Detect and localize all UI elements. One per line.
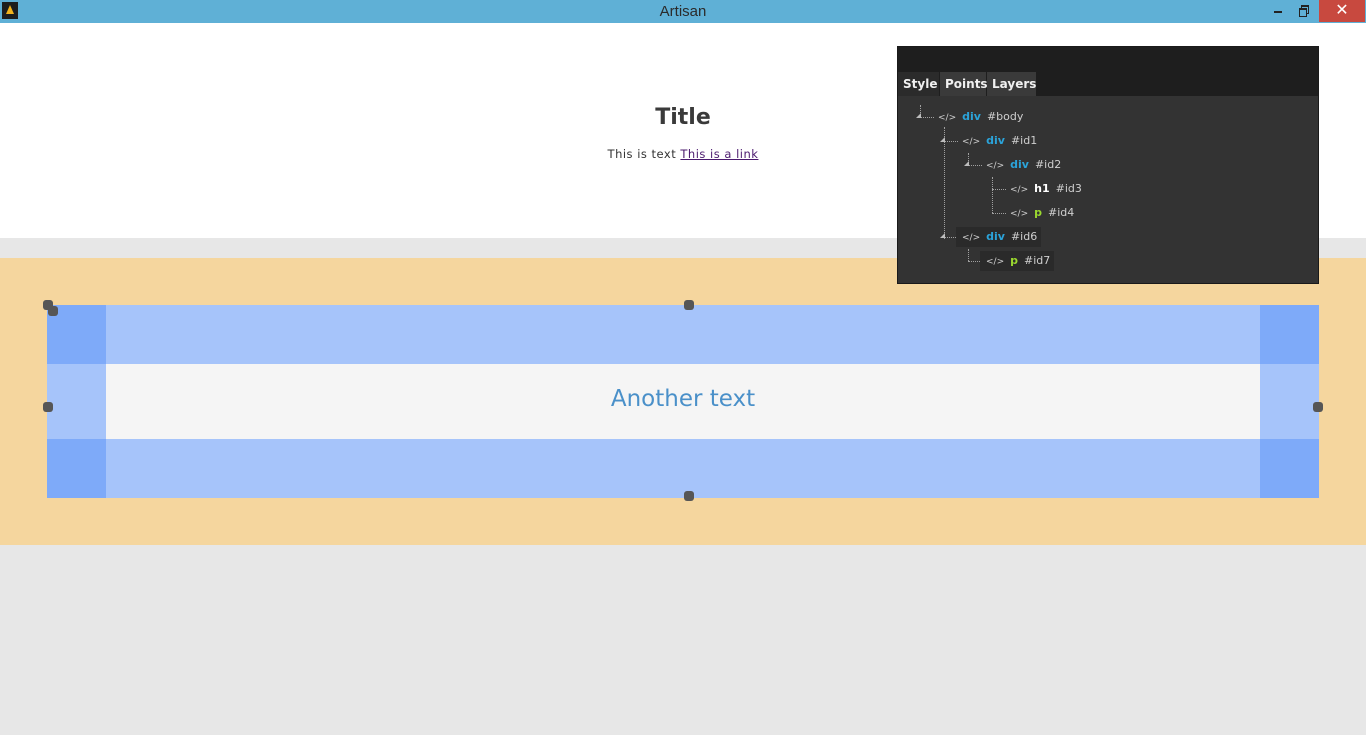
content-area[interactable]: Another text — [106, 364, 1260, 439]
tree-connector — [992, 177, 993, 213]
layer-node-id7[interactable]: </> p #id7 — [980, 251, 1055, 271]
layer-id: #body — [986, 110, 1024, 123]
tab-points[interactable]: Points — [940, 72, 988, 96]
panel-header[interactable] — [898, 47, 1318, 72]
resize-handle-right[interactable] — [1313, 402, 1323, 412]
resize-handle-left[interactable] — [43, 402, 53, 412]
code-icon: </> — [938, 113, 957, 123]
layer-tag: p — [1034, 206, 1042, 219]
layer-tag: div — [986, 134, 1005, 147]
layer-node-id3[interactable]: </> h1 #id3 — [1010, 179, 1082, 199]
layer-tag: div — [1010, 158, 1029, 171]
code-icon: </> — [1010, 185, 1029, 195]
padding-corner — [1260, 305, 1319, 364]
panel-tab-bar: Style Points Layers — [898, 72, 1318, 96]
code-icon: </> — [1010, 209, 1029, 219]
expand-triangle-icon[interactable] — [940, 233, 945, 238]
padding-corner — [47, 439, 106, 498]
tree-connector — [992, 189, 1006, 190]
code-icon: </> — [962, 233, 981, 243]
close-button[interactable]: ✕ — [1319, 0, 1365, 22]
layer-node-id2[interactable]: </> div #id2 — [986, 155, 1061, 175]
layer-id: #id4 — [1048, 206, 1075, 219]
layer-node-id6[interactable]: </> div #id6 — [956, 227, 1042, 247]
layer-id: #id2 — [1034, 158, 1062, 171]
resize-handle-top[interactable] — [684, 300, 694, 310]
layer-tag: h1 — [1034, 182, 1050, 195]
resize-handle-top-left-inner[interactable] — [48, 306, 58, 316]
layer-node-id4[interactable]: </> p #id4 — [1010, 203, 1074, 223]
tab-style[interactable]: Style — [898, 72, 939, 96]
tree-connector — [992, 213, 1006, 214]
tree-connector — [968, 165, 982, 166]
tree-connector — [944, 141, 958, 142]
code-icon: </> — [986, 161, 1005, 171]
tree-connector — [944, 127, 945, 239]
layer-tag: p — [1010, 254, 1018, 267]
minimize-button[interactable] — [1266, 0, 1290, 22]
code-icon: </> — [962, 137, 981, 147]
layer-id: #id3 — [1055, 182, 1082, 195]
layer-id: #id6 — [1010, 230, 1038, 243]
layer-node-body[interactable]: </> div #body — [938, 107, 1023, 127]
resize-handle-bottom[interactable] — [684, 491, 694, 501]
tree-connector — [920, 117, 934, 118]
layer-node-id1[interactable]: </> div #id1 — [962, 131, 1037, 151]
selected-paragraph-text[interactable]: Another text — [106, 386, 1260, 412]
paragraph-text: This is text — [607, 147, 677, 161]
window-title: Artisan — [659, 3, 707, 20]
title-bar: Artisan ✕ — [0, 0, 1366, 23]
expand-triangle-icon[interactable] — [940, 137, 945, 142]
inspector-panel: Style Points Layers </> div #body </> div #i… — [897, 46, 1319, 284]
padding-corner — [1260, 439, 1319, 498]
layer-tag: div — [962, 110, 981, 123]
layer-id: #id1 — [1010, 134, 1038, 147]
expand-triangle-icon[interactable] — [964, 161, 969, 166]
expand-triangle-icon[interactable] — [916, 113, 921, 118]
tab-layers[interactable]: Layers — [987, 72, 1036, 96]
layer-tag: div — [986, 230, 1005, 243]
code-icon: </> — [986, 257, 1005, 267]
restore-button[interactable] — [1292, 0, 1316, 22]
paragraph-link[interactable]: This is a link — [680, 147, 758, 161]
layer-id: #id7 — [1024, 254, 1051, 267]
tree-connector — [968, 249, 969, 261]
